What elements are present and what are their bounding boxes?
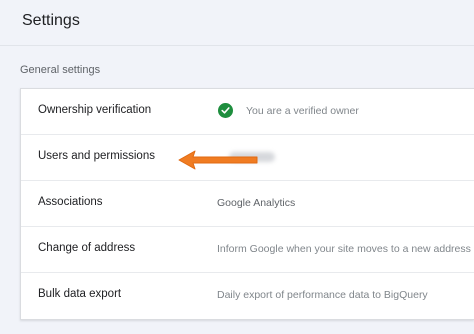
section-label-general-settings: General settings — [20, 64, 101, 76]
row-label: Associations — [38, 196, 103, 208]
row-bulk-data-export[interactable]: Bulk data export Daily export of perform… — [21, 273, 474, 319]
settings-body: General settings Ownership verification … — [0, 46, 474, 334]
verification-status-text: You are a verified owner — [246, 105, 359, 117]
row-change-of-address[interactable]: Change of address Inform Google when you… — [21, 227, 474, 273]
row-value: Daily export of performance data to BigQ… — [217, 289, 428, 301]
general-settings-card: Ownership verification You are a verifie… — [20, 88, 474, 320]
row-label: Change of address — [38, 242, 136, 254]
check-circle-icon — [218, 103, 233, 118]
page-header: Settings — [0, 0, 474, 46]
row-value: Google Analytics — [217, 197, 296, 209]
row-associations[interactable]: Associations Google Analytics — [21, 181, 474, 227]
settings-page: Settings General settings Ownership veri… — [0, 0, 474, 334]
row-label: Ownership verification — [38, 104, 152, 116]
row-ownership-verification[interactable]: Ownership verification You are a verifie… — [21, 89, 474, 135]
row-users-and-permissions[interactable]: Users and permissions — [21, 135, 474, 181]
row-label: Bulk data export — [38, 288, 122, 300]
row-value: Inform Google when your site moves to a … — [217, 243, 471, 255]
annotation-arrow-icon — [178, 150, 258, 170]
row-label: Users and permissions — [38, 150, 155, 162]
page-title: Settings — [22, 12, 80, 29]
